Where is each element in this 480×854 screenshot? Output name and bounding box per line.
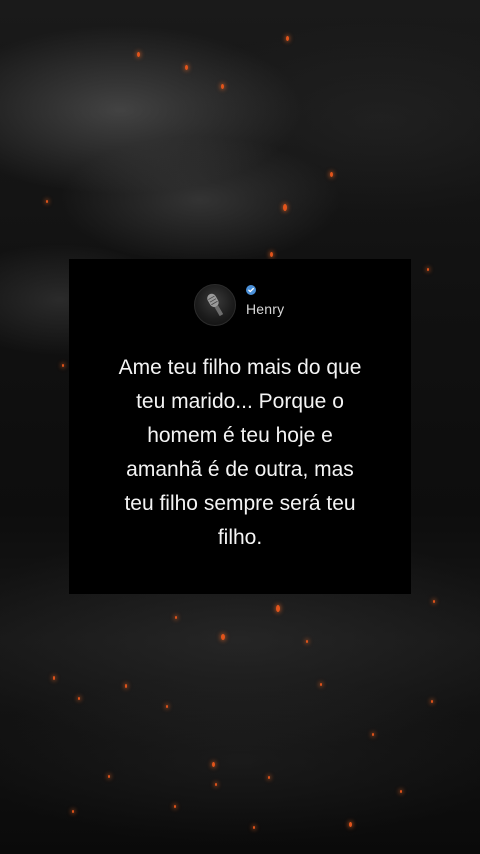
ember-particle [78,697,80,700]
author-name[interactable]: Henry [246,301,284,317]
background-scene: Henry Ame teu filho mais do que teu mari… [0,0,480,854]
quote-line: Ame teu filho mais do que [118,356,362,379]
ember-particle [320,683,322,686]
avatar[interactable] [194,284,236,326]
verified-badge-icon [246,285,256,295]
ember-particle [268,776,270,779]
ember-particle [276,605,280,612]
ember-particle [137,52,140,57]
quote-line: teu filho sempre será teu [124,492,356,515]
ember-particle [62,364,64,367]
quote-line: amanhã é de outra, mas [126,458,354,481]
ember-particle [306,640,308,643]
ember-particle [53,676,55,680]
author-profile[interactable]: Henry [194,283,284,327]
ember-particle [221,634,225,640]
ember-particle [400,790,402,793]
ember-particle [185,65,188,70]
quote-line: filho. [217,526,263,549]
ember-particle [174,805,176,808]
ember-particle [431,700,433,703]
quote-card: Henry Ame teu filho mais do que teu mari… [69,259,411,594]
quote-text: Ame teu filho mais do que teu marido... … [69,351,411,555]
ember-particle [166,705,168,708]
ember-particle [283,204,287,211]
ember-particle [46,200,48,203]
ember-particle [286,36,289,41]
ember-particle [372,733,374,736]
ember-particle [72,810,74,813]
ember-particle [270,252,273,257]
ember-particle [175,616,177,619]
quote-line: teu marido... Porque o [136,390,344,413]
ember-particle [427,268,429,271]
microphone-icon [207,293,224,317]
ember-particle [433,600,435,603]
ember-particle [108,775,110,778]
ember-particle [125,684,127,688]
ember-particle [330,172,333,177]
ember-particle [215,783,217,786]
ember-particle [253,826,255,829]
ember-particle [349,822,352,827]
ember-particle [212,762,215,767]
quote-line: homem é teu hoje e [147,424,333,447]
ember-particle [221,84,224,89]
